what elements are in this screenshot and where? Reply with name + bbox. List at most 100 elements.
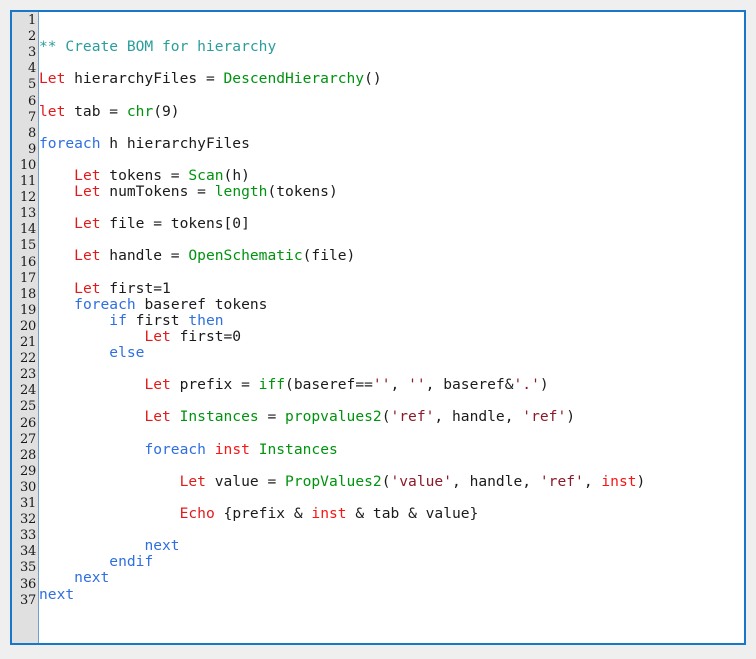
code-line[interactable]: Let tokens = Scan(h) bbox=[39, 168, 250, 184]
line-number: 23 bbox=[12, 368, 36, 381]
code-line[interactable]: Let hierarchyFiles = DescendHierarchy() bbox=[39, 71, 382, 87]
code-token-string: '' bbox=[408, 376, 426, 393]
line-number: 27 bbox=[12, 433, 36, 446]
code-line[interactable]: next bbox=[39, 570, 109, 586]
code-line[interactable]: next bbox=[39, 538, 180, 554]
line-number: 13 bbox=[12, 207, 36, 220]
code-token-plain: ) bbox=[566, 408, 575, 425]
line-number: 5 bbox=[12, 78, 36, 91]
code-token-decl: Echo bbox=[180, 505, 215, 522]
code-token-plain bbox=[250, 441, 259, 458]
code-token-decl: Let bbox=[74, 183, 100, 200]
line-number: 26 bbox=[12, 417, 36, 430]
line-number: 10 bbox=[12, 159, 36, 172]
code-token-decl: let bbox=[39, 103, 65, 120]
code-token-decl: Let bbox=[144, 408, 170, 425]
code-token-plain: first bbox=[127, 312, 189, 329]
code-line[interactable]: Let first=0 bbox=[39, 329, 241, 345]
code-token-plain bbox=[39, 183, 74, 200]
code-token-keyword: then bbox=[188, 312, 223, 329]
code-token-plain: numTokens = bbox=[101, 183, 215, 200]
line-number: 16 bbox=[12, 256, 36, 269]
code-line[interactable]: Let numTokens = length(tokens) bbox=[39, 184, 338, 200]
code-token-plain bbox=[39, 473, 180, 490]
code-token-keyword: next bbox=[39, 586, 74, 603]
code-line[interactable]: ** Create BOM for hierarchy bbox=[39, 39, 276, 55]
code-token-plain bbox=[39, 328, 144, 345]
code-token-keyword: foreach bbox=[39, 135, 101, 152]
code-token-decl: Let bbox=[74, 215, 100, 232]
code-token-plain: hierarchyFiles = bbox=[65, 70, 223, 87]
code-token-plain bbox=[171, 408, 180, 425]
code-editor-window[interactable]: 1234567891011121314151617181920212223242… bbox=[10, 10, 746, 645]
line-number: 11 bbox=[12, 175, 36, 188]
code-token-string: '' bbox=[373, 376, 391, 393]
line-number: 4 bbox=[12, 62, 36, 75]
code-token-plain bbox=[39, 296, 74, 313]
code-line[interactable]: Let value = PropValues2('value', handle,… bbox=[39, 474, 645, 490]
code-line[interactable]: Let file = tokens[0] bbox=[39, 216, 250, 232]
code-token-plain bbox=[39, 215, 74, 232]
code-token-keyword: foreach bbox=[74, 296, 136, 313]
code-token-plain bbox=[39, 553, 109, 570]
code-token-var: inst bbox=[215, 441, 250, 458]
line-number: 36 bbox=[12, 578, 36, 591]
code-token-plain: (h) bbox=[224, 167, 250, 184]
code-line[interactable]: let tab = chr(9) bbox=[39, 104, 180, 120]
line-number: 17 bbox=[12, 272, 36, 285]
code-token-var: inst bbox=[311, 505, 346, 522]
line-number: 1 bbox=[12, 14, 36, 27]
line-number: 34 bbox=[12, 545, 36, 558]
code-token-plain bbox=[39, 280, 74, 297]
code-token-decl: Let bbox=[74, 167, 100, 184]
code-token-func: length bbox=[215, 183, 268, 200]
code-line[interactable]: endif bbox=[39, 554, 153, 570]
code-token-plain: (tokens) bbox=[267, 183, 337, 200]
line-number: 12 bbox=[12, 191, 36, 204]
code-line[interactable]: Let handle = OpenSchematic(file) bbox=[39, 248, 355, 264]
code-token-comment: ** Create BOM for hierarchy bbox=[39, 38, 276, 55]
line-number: 25 bbox=[12, 400, 36, 413]
code-token-decl: Let bbox=[74, 247, 100, 264]
code-line[interactable]: if first then bbox=[39, 313, 224, 329]
code-token-plain: (9) bbox=[153, 103, 179, 120]
code-token-plain: = bbox=[259, 408, 285, 425]
code-token-var: inst bbox=[601, 473, 636, 490]
code-token-string: 'value' bbox=[390, 473, 452, 490]
line-number: 9 bbox=[12, 143, 36, 156]
code-token-keyword: if bbox=[109, 312, 127, 329]
code-token-plain: , bbox=[584, 473, 602, 490]
code-token-plain bbox=[39, 167, 74, 184]
code-token-plain: baseref tokens bbox=[136, 296, 268, 313]
code-line[interactable]: Let Instances = propvalues2('ref', handl… bbox=[39, 409, 575, 425]
code-token-keyword: next bbox=[74, 569, 109, 586]
code-token-decl: Let bbox=[180, 473, 206, 490]
code-line[interactable]: foreach inst Instances bbox=[39, 442, 338, 458]
line-number: 15 bbox=[12, 239, 36, 252]
code-line[interactable]: Let first=1 bbox=[39, 281, 171, 297]
line-number-gutter: 1234567891011121314151617181920212223242… bbox=[12, 12, 39, 643]
code-token-plain: , bbox=[390, 376, 408, 393]
code-line[interactable]: foreach baseref tokens bbox=[39, 297, 267, 313]
code-line[interactable]: Let prefix = iff(baseref=='', '', basere… bbox=[39, 377, 549, 393]
code-line[interactable]: else bbox=[39, 345, 144, 361]
line-number: 18 bbox=[12, 288, 36, 301]
code-token-keyword: next bbox=[144, 537, 179, 554]
line-number: 2 bbox=[12, 30, 36, 43]
code-token-func: OpenSchematic bbox=[188, 247, 302, 264]
line-number: 19 bbox=[12, 304, 36, 317]
code-line[interactable]: next bbox=[39, 587, 74, 603]
code-token-keyword: endif bbox=[109, 553, 153, 570]
code-token-plain: tab = bbox=[65, 103, 127, 120]
code-text-area[interactable]: ** Create BOM for hierarchy Let hierarchy… bbox=[39, 12, 744, 643]
code-token-plain: first=0 bbox=[171, 328, 241, 345]
line-number: 32 bbox=[12, 513, 36, 526]
code-token-plain bbox=[206, 441, 215, 458]
line-number: 8 bbox=[12, 127, 36, 140]
line-number: 20 bbox=[12, 320, 36, 333]
code-token-plain: () bbox=[364, 70, 382, 87]
code-token-string: 'ref' bbox=[522, 408, 566, 425]
code-token-plain: handle = bbox=[101, 247, 189, 264]
code-line[interactable]: foreach h hierarchyFiles bbox=[39, 136, 250, 152]
code-line[interactable]: Echo {prefix & inst & tab & value} bbox=[39, 506, 478, 522]
